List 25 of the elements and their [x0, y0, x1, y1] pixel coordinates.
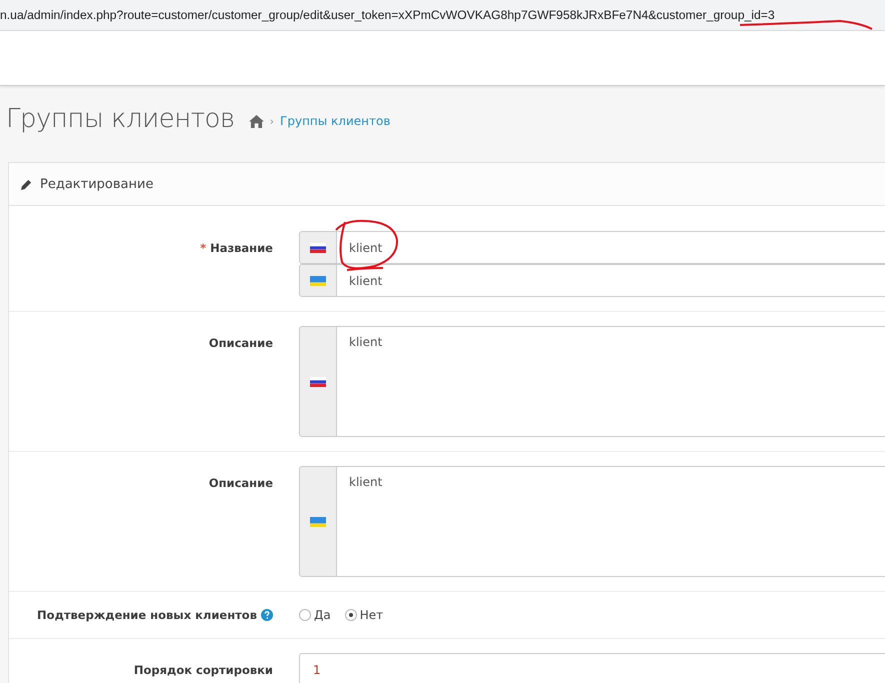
textarea-field[interactable]: klient [337, 466, 885, 577]
textarea-field[interactable]: klient [337, 326, 885, 437]
field-label: Описание [208, 336, 273, 350]
radio-button[interactable] [299, 609, 311, 621]
text-field[interactable]: klient [337, 231, 885, 264]
breadcrumb-separator: › [270, 114, 274, 128]
flag-icon [310, 276, 326, 286]
field-label: Порядок сортировки [134, 663, 273, 677]
text-field[interactable]: 1 [299, 653, 885, 683]
field-label: Подтверждение новых клиентов [37, 608, 257, 622]
field-label: Описание [208, 476, 273, 490]
page-title: Группы клиентов [6, 104, 235, 134]
flag-icon [310, 242, 326, 252]
radio-label[interactable]: Да [314, 608, 331, 622]
flag-icon [310, 376, 326, 386]
pencil-icon [21, 178, 32, 190]
flag-icon [310, 516, 326, 526]
home-icon[interactable] [248, 114, 264, 128]
panel-title: Редактирование [40, 176, 154, 192]
radio-button[interactable] [344, 609, 357, 621]
text-field[interactable]: klient [337, 264, 885, 297]
annotation-underline [346, 267, 383, 271]
radio-label[interactable]: Нет [360, 608, 384, 622]
required-asterisk: * [200, 241, 206, 255]
field-label: Название [210, 241, 273, 255]
